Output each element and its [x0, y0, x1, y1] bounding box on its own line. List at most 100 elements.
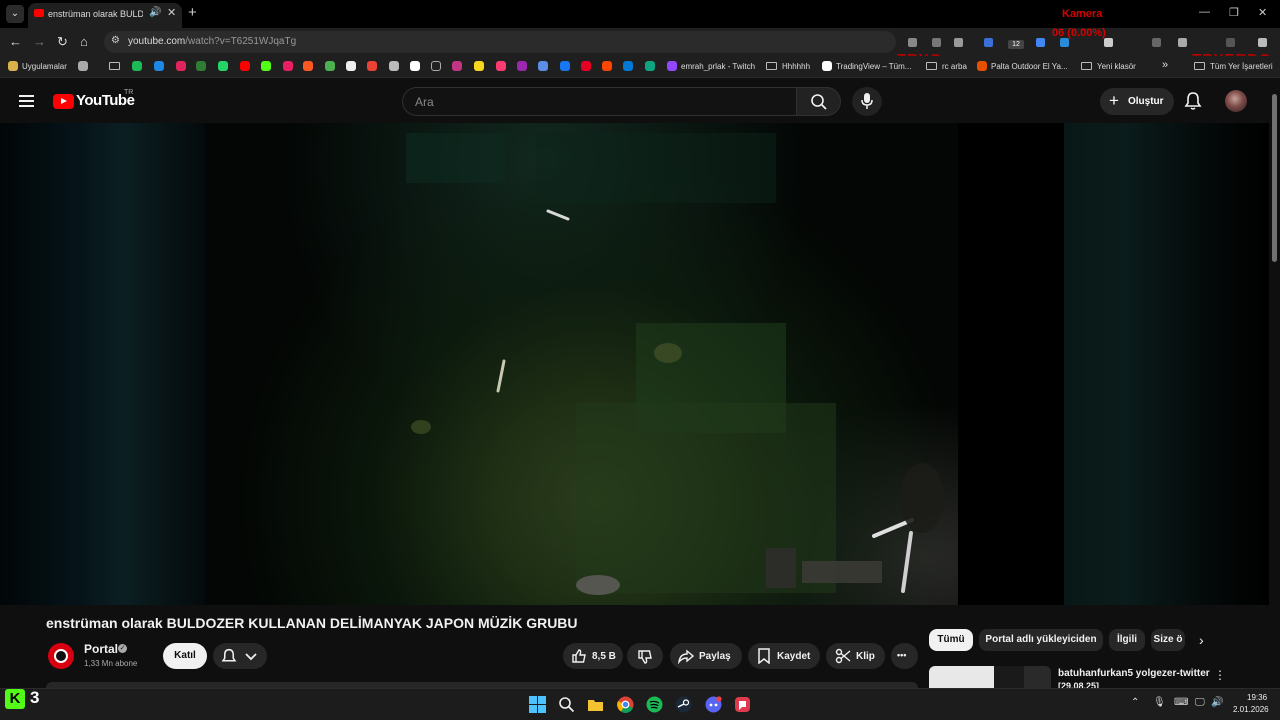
like-button[interactable]: 8,5 B [563, 643, 623, 669]
bookmark-icon[interactable] [283, 61, 293, 71]
steam-icon[interactable] [675, 696, 692, 713]
apps-grid-icon[interactable] [8, 61, 18, 71]
video-frame[interactable] [206, 123, 958, 605]
clip-button[interactable]: Klip [826, 643, 885, 669]
discord-icon[interactable] [705, 696, 722, 713]
folder-icon[interactable] [1081, 62, 1092, 70]
minimize-icon[interactable]: — [1199, 6, 1210, 18]
folder-icon[interactable] [109, 62, 120, 70]
grid-icon[interactable] [78, 61, 88, 71]
kick-icon[interactable] [261, 61, 271, 71]
bookmark-icon[interactable] [303, 61, 313, 71]
extension-icon[interactable] [984, 38, 993, 47]
twitch-icon[interactable] [667, 61, 677, 71]
bookmark-icon[interactable] [389, 61, 399, 71]
zoom-icon[interactable] [932, 38, 941, 47]
tiktok-icon[interactable] [431, 61, 441, 71]
menu-icon[interactable] [1258, 38, 1267, 47]
bookmark-hhhhhh[interactable]: Hhhhhh [782, 62, 810, 71]
facebook-icon[interactable] [560, 61, 570, 71]
bookmark-tradingview[interactable]: TradingView – Tüm... [836, 62, 911, 71]
spotify-icon[interactable] [646, 696, 663, 713]
menu-icon[interactable] [19, 95, 34, 107]
channel-name[interactable]: Portal [84, 642, 118, 656]
address-bar[interactable]: ⚙ youtube.com/watch?v=T6251WJqaTg [104, 31, 896, 53]
youtube-logo-icon[interactable] [53, 94, 74, 109]
chatgpt-icon[interactable] [645, 61, 655, 71]
new-tab-button[interactable]: + [188, 4, 197, 21]
file-explorer-icon[interactable] [587, 696, 604, 713]
voice-search-button[interactable] [852, 87, 882, 116]
folder-icon[interactable] [766, 62, 777, 70]
volume-icon[interactable]: 🔊 [1211, 697, 1223, 708]
extension-icon[interactable] [1036, 38, 1045, 47]
restore-icon[interactable]: ❐ [1229, 6, 1239, 19]
more-actions-button[interactable]: ••• [891, 643, 918, 669]
gmail-icon[interactable] [367, 61, 377, 71]
bookmark-apps[interactable]: Uygulamalar [22, 62, 67, 71]
search-icon[interactable] [558, 696, 575, 713]
subscription-notify-button[interactable] [213, 643, 267, 669]
youtube-icon[interactable] [240, 61, 250, 71]
tradingview-icon[interactable] [822, 61, 832, 71]
instagram-icon[interactable] [452, 61, 462, 71]
bookmark-icon[interactable] [517, 61, 527, 71]
tray-overflow-icon[interactable]: ⌃ [1131, 697, 1139, 708]
chip-all[interactable]: Tümü [929, 629, 973, 651]
bookmark-icon[interactable] [176, 61, 186, 71]
translate-icon[interactable] [538, 61, 548, 71]
bookmark-twitch[interactable]: emrah_prlak - Twitch [681, 62, 755, 71]
save-button[interactable]: Kaydet [748, 643, 820, 669]
bookmark-yeni-klasor[interactable]: Yeni klasör [1097, 62, 1136, 71]
profile-icon[interactable] [1226, 38, 1235, 47]
keyboard-icon[interactable]: ⌨ [1174, 697, 1188, 708]
bookmark-all[interactable]: Tüm Yer İşaretleri [1210, 62, 1273, 71]
tab-search-icon[interactable]: ⌄ [6, 5, 24, 23]
extension-icon[interactable] [1104, 38, 1113, 47]
microphone-icon[interactable]: 🎙 [1153, 697, 1166, 708]
channel-avatar[interactable] [48, 643, 74, 669]
recommended-video-thumbnail[interactable] [929, 666, 1051, 688]
site-info-icon[interactable]: ⚙ [111, 35, 120, 46]
clock-time[interactable]: 19:36 [1247, 693, 1267, 702]
notifications-button[interactable] [1184, 91, 1204, 111]
user-avatar[interactable] [1225, 90, 1247, 112]
bookmark-icon[interactable] [474, 61, 484, 71]
join-button[interactable]: Katıl [163, 643, 207, 669]
home-icon[interactable]: ⌂ [80, 34, 88, 49]
bookmark-palta[interactable]: Palta Outdoor El Ya... [991, 62, 1068, 71]
back-icon[interactable]: ← [9, 34, 22, 49]
bookmark-icon[interactable] [196, 61, 206, 71]
chevron-right-icon[interactable]: › [1199, 632, 1204, 648]
spotify-icon[interactable] [132, 61, 142, 71]
app-icon[interactable] [734, 696, 751, 713]
browser-tab-active[interactable]: enstrüman olarak BULDOZER KULLANAN 🔊 ✕ [28, 3, 182, 28]
cast-icon[interactable] [908, 38, 917, 47]
reload-icon[interactable]: ↻ [57, 34, 68, 50]
dislike-button[interactable] [627, 643, 663, 669]
chip-related[interactable]: İlgili [1109, 629, 1145, 651]
search-input[interactable] [415, 94, 775, 110]
network-icon[interactable]: 🖵 [1195, 697, 1205, 708]
star-icon[interactable] [954, 38, 963, 47]
extension-badge[interactable]: 12 [1008, 40, 1024, 49]
chip-for-you[interactable]: Size ö [1151, 629, 1185, 651]
recommended-video-title[interactable]: batuhanfurkan5 yolgezer-twitter [1058, 668, 1210, 679]
window-close-icon[interactable]: ✕ [1258, 6, 1267, 19]
windows-start-icon[interactable] [529, 696, 546, 713]
extension-icon[interactable] [1178, 38, 1187, 47]
extension-icon[interactable] [1152, 38, 1161, 47]
create-button[interactable]: + Oluştur [1100, 88, 1174, 115]
forward-icon[interactable]: → [33, 34, 46, 49]
outlook-icon[interactable] [623, 61, 633, 71]
video-player[interactable] [0, 123, 1269, 605]
bookmarks-overflow-button[interactable]: » [1162, 59, 1168, 71]
bookmark-rc-arba[interactable]: rc arba [942, 62, 967, 71]
tinder-icon[interactable] [496, 61, 506, 71]
speaker-icon[interactable]: 🔊 [149, 7, 161, 18]
chip-from-uploader[interactable]: Portal adlı yükleyiciden [979, 629, 1103, 651]
pinterest-icon[interactable] [581, 61, 591, 71]
bookmark-icon[interactable] [325, 61, 335, 71]
page-scrollbar[interactable] [1269, 79, 1280, 684]
x-icon[interactable] [410, 61, 420, 71]
